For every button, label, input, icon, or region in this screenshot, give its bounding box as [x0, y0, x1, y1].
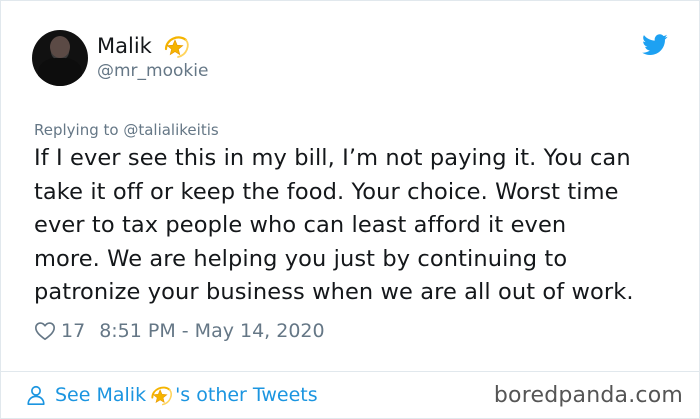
person-outline-icon: [27, 385, 45, 405]
avatar-face: [50, 36, 70, 58]
watermark: boredpanda.com: [493, 383, 683, 408]
replying-to-text[interactable]: Replying to @talialikeitis: [34, 121, 219, 139]
tweet-text: If I ever see this in my bill, I’m not p…: [34, 142, 674, 310]
avatar[interactable]: [32, 30, 88, 86]
twitter-bird-icon[interactable]: [642, 34, 668, 56]
author-name[interactable]: Malik: [97, 34, 152, 58]
dizzy-star-icon: [164, 36, 189, 58]
tweet-line: take it off or keep the food. Your choic…: [34, 178, 619, 205]
tweet-card: Malik @mr_mookie Replying to @talialikei…: [0, 0, 700, 419]
tweet-line: ever to tax people who can least afford …: [34, 212, 567, 238]
see-other-tweets-suffix: 's other Tweets: [175, 384, 318, 406]
see-other-tweets-prefix: See Malik: [55, 384, 147, 406]
avatar-body: [38, 58, 82, 86]
dizzy-star-icon: [151, 386, 173, 406]
tweet-timestamp[interactable]: 8:51 PM - May 14, 2020: [99, 320, 324, 342]
tweet-meta: 17 8:51 PM - May 14, 2020: [34, 318, 325, 344]
author-handle[interactable]: @mr_mookie: [97, 61, 208, 81]
like-count[interactable]: 17: [61, 320, 85, 342]
divider: [1, 371, 699, 372]
see-other-tweets-link[interactable]: See Malik 's other Tweets: [25, 382, 318, 408]
tweet-line: patronize your business when we are all …: [34, 279, 634, 305]
tweet-line: If I ever see this in my bill, I’m not p…: [34, 145, 631, 171]
heart-outline-icon[interactable]: [34, 320, 56, 342]
tweet-line: more. We are helping you just by continu…: [34, 245, 568, 272]
